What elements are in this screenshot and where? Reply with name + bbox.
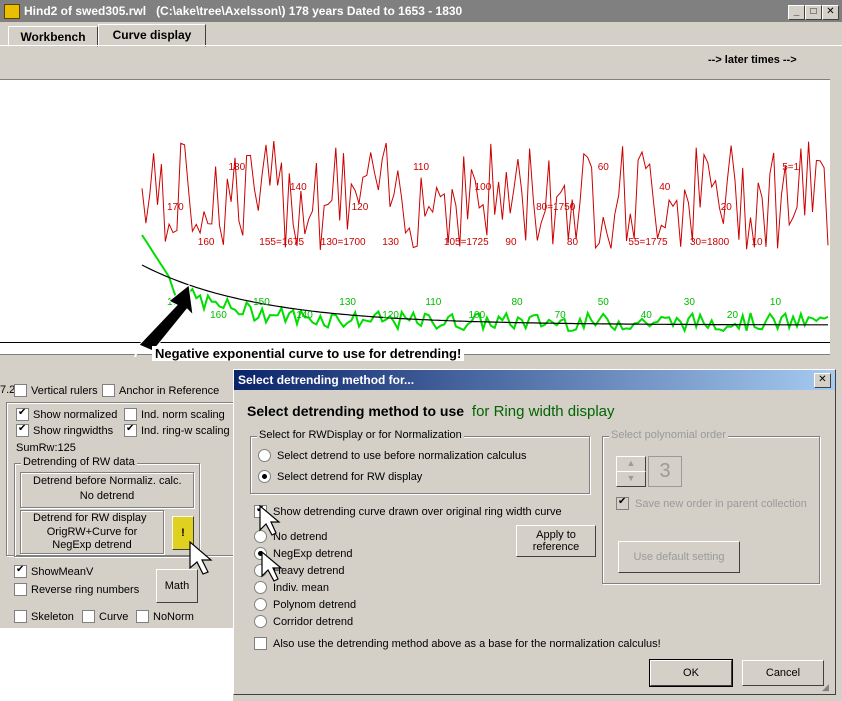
ringwidth-tick-label: 140: [290, 182, 307, 193]
mouse-cursor-icon: [261, 550, 283, 582]
normalized-tick-label: 10: [770, 297, 782, 308]
ringwidth-tick-label: 130=1700: [321, 237, 366, 248]
show-meanv-checkbox[interactable]: ShowMeanV: [14, 564, 93, 578]
save-order-checkbox[interactable]: Save new order in parent collection: [616, 496, 807, 510]
dialog-heading: Select detrending method to use: [247, 403, 465, 419]
radio-polynom-detrend[interactable]: Polynom detrend: [254, 598, 356, 611]
detrend-dialog: Select detrending method for... ✕ Select…: [233, 369, 836, 695]
normalized-tick-label: 80: [512, 297, 524, 308]
cut-off-value: 7.2: [0, 384, 16, 396]
normalized-tick-label: 120: [382, 310, 399, 321]
use-default-setting-button[interactable]: Use default setting: [618, 541, 740, 573]
polynomial-order-title: Select polynomial order: [609, 429, 728, 441]
show-detrend-curve-checkbox[interactable]: Show detrending curve drawn over origina…: [254, 504, 562, 518]
ringwidth-tick-label: 80: [567, 237, 579, 248]
detrend-group-title: Detrending of RW data: [21, 456, 137, 468]
detrend-before-value: No detrend: [79, 490, 135, 502]
normalized-tick-label: 160: [210, 310, 227, 321]
detrend-before-box[interactable]: Detrend before Normaliz. calc. No detren…: [20, 472, 194, 508]
show-normalized-checkbox[interactable]: Show normalized: [16, 407, 117, 421]
maximize-button[interactable]: □: [805, 5, 822, 20]
anchor-reference-checkbox[interactable]: Anchor in Reference: [102, 384, 219, 397]
later-times-label: --> later times -->: [708, 54, 797, 66]
mouse-cursor-icon: [259, 504, 281, 536]
dialog-close-button[interactable]: ✕: [814, 373, 831, 388]
rw-or-norm-group-title: Select for RWDisplay or for Normalizatio…: [257, 429, 464, 441]
math-button[interactable]: Math: [156, 569, 198, 603]
ringwidth-tick-label: 130: [382, 237, 399, 248]
radio-corridor-detrend[interactable]: Corridor detrend: [254, 615, 353, 628]
app-icon: [4, 4, 20, 19]
ringwidth-tick-label: 160: [198, 237, 215, 248]
sumrw-label: SumRw:125: [16, 442, 76, 454]
ok-button[interactable]: OK: [649, 659, 733, 687]
ringwidth-tick-label: 30=1800: [690, 237, 730, 248]
ind-ringw-scaling-checkbox[interactable]: Ind. ring-w scaling: [124, 423, 230, 437]
cancel-button[interactable]: Cancel: [742, 660, 824, 686]
curve-checkbox[interactable]: Curve: [82, 610, 128, 623]
tab-divider: [0, 45, 842, 46]
ringwidth-tick-label: 60: [598, 162, 610, 173]
detrend-rw-title: Detrend for RW display: [33, 512, 147, 524]
ringwidth-tick-label: 170: [167, 202, 184, 213]
also-use-normalization-checkbox[interactable]: Also use the detrending method above as …: [254, 637, 661, 650]
normalized-tick-label: 30: [684, 297, 696, 308]
nonorm-checkbox[interactable]: NoNorm: [136, 610, 194, 623]
radio-before-normalization[interactable]: Select detrend to use before normalizati…: [258, 449, 526, 462]
tab-curve-display[interactable]: Curve display: [98, 24, 206, 47]
window-title: Hind2 of swed305.rwl: [24, 4, 147, 18]
ringwidth-tick-label: 105=1725: [444, 237, 489, 248]
resize-grip-icon[interactable]: ◢: [822, 682, 832, 692]
apply-to-reference-button[interactable]: Apply to reference: [516, 525, 596, 557]
dialog-heading-accent: for Ring width display: [471, 403, 615, 420]
ringwidth-tick-label: 20: [721, 202, 733, 213]
polynomial-order-value[interactable]: 3: [648, 456, 682, 487]
ringwidth-tick-label: 155=1675: [259, 237, 304, 248]
tab-workbench[interactable]: Workbench: [8, 26, 98, 47]
ringwidth-tick-label: 10: [752, 237, 764, 248]
empty-area: [0, 628, 233, 701]
normalized-tick-label: 140: [296, 310, 313, 321]
ringwidth-tick-label: 55=1775: [628, 237, 668, 248]
ringwidth-tick-label: 180: [229, 162, 246, 173]
close-button[interactable]: ✕: [822, 5, 839, 20]
annotation-text: Negative exponential curve to use for de…: [152, 346, 465, 361]
dialog-titlebar: Select detrending method for...: [234, 370, 835, 390]
window-path: (C:\ake\tree\Axelsson\) 178 years Dated …: [156, 4, 463, 18]
ringwidth-tick-label: 90: [505, 237, 517, 248]
detrend-rw-value-1: OrigRW+Curve for: [46, 526, 138, 538]
normalized-tick-label: 150: [253, 297, 270, 308]
show-ringwidths-checkbox[interactable]: Show ringwidths: [16, 423, 113, 437]
vertical-rulers-checkbox[interactable]: Vertical rulers: [14, 384, 98, 397]
normalized-tick-label: 100: [469, 310, 486, 321]
detrend-rw-box[interactable]: Detrend for RW display OrigRW+Curve for …: [20, 510, 164, 554]
window-titlebar: Hind2 of swed305.rwl (C:\ake\tree\Axelss…: [0, 0, 842, 22]
detrend-rw-value-2: NegExp detrend: [52, 539, 132, 551]
series-ringwidth-line: [141, 140, 829, 250]
order-down-button[interactable]: ▼: [616, 471, 646, 487]
ringwidth-tick-label: 5=1: [782, 162, 799, 173]
normalized-tick-label: 110: [425, 297, 441, 308]
ringwidth-tick-label: 110: [413, 162, 429, 173]
radio-rw-display[interactable]: Select detrend for RW display: [258, 470, 422, 483]
normalized-tick-label: 130: [339, 297, 356, 308]
normalized-tick-label: 70: [555, 310, 567, 321]
order-up-button[interactable]: ▲: [616, 456, 646, 472]
rw-or-norm-group: Select for RWDisplay or for Normalizatio…: [250, 429, 590, 494]
normalized-tick-label: 50: [598, 297, 610, 308]
dialog-title: Select detrending method for...: [238, 373, 415, 387]
normalized-tick-label: 20: [727, 310, 739, 321]
skeleton-checkbox[interactable]: Skeleton: [14, 610, 74, 623]
ringwidth-tick-label: 120: [352, 202, 369, 213]
ind-norm-scaling-checkbox[interactable]: Ind. norm scaling: [124, 408, 225, 421]
normalized-tick-label: 40: [641, 310, 653, 321]
ringwidth-tick-label: 40: [659, 182, 671, 193]
minimize-button[interactable]: _: [788, 5, 805, 20]
ringwidth-tick-label: 80=1750: [536, 202, 576, 213]
ringwidth-tick-label: 100: [475, 182, 492, 193]
detrend-before-title: Detrend before Normaliz. calc.: [33, 475, 182, 487]
reverse-ring-numbers-checkbox[interactable]: Reverse ring numbers: [14, 583, 139, 596]
